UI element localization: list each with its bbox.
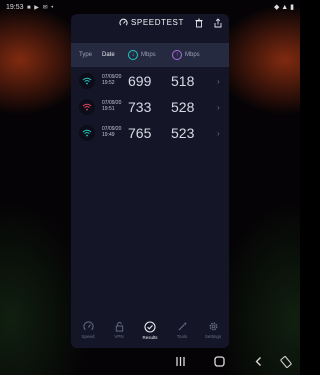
speedtest-app-window: SPEEDTEST Type Date ↓ Mbps ↑ Mbps 07/09/… xyxy=(71,14,229,348)
download-value: 699 xyxy=(128,73,152,89)
upload-value: 528 xyxy=(171,99,195,115)
nav-vpn[interactable]: VPN xyxy=(104,321,134,339)
nav-label: Speed xyxy=(81,334,95,339)
download-arrow-icon: ↓ xyxy=(128,50,138,60)
upload-arrow-icon: ↑ xyxy=(172,50,182,60)
nav-label: VPN xyxy=(114,334,124,339)
app-titlebar: SPEEDTEST xyxy=(71,14,229,32)
chevron-right-icon: › xyxy=(217,103,220,112)
speedtest-logo: SPEEDTEST xyxy=(119,18,184,27)
upload-unit: Mbps xyxy=(185,52,200,58)
result-row[interactable]: 07/09/20 19:52 699 518 › xyxy=(71,69,229,95)
nav-label: Tools xyxy=(176,334,188,339)
download-value: 733 xyxy=(128,99,152,115)
nav-settings[interactable]: Settings xyxy=(198,321,228,339)
back-icon[interactable] xyxy=(253,356,264,367)
wifi-icon xyxy=(79,99,95,115)
nav-label: Results xyxy=(142,335,158,340)
chevron-right-icon: › xyxy=(217,77,220,86)
result-datetime: 07/09/20 19:51 xyxy=(102,100,121,112)
result-time: 19:52 xyxy=(102,80,115,86)
upload-value: 518 xyxy=(171,73,195,89)
rotate-screen-icon[interactable] xyxy=(280,356,292,368)
results-header: Type Date ↓ Mbps ↑ Mbps xyxy=(71,43,229,67)
upload-value: 523 xyxy=(171,125,195,141)
gear-icon xyxy=(209,322,217,331)
nav-label: Settings xyxy=(204,334,222,339)
nav-results[interactable]: Results xyxy=(135,321,165,340)
result-row[interactable]: 07/09/20 19:51 733 528 › xyxy=(71,95,229,121)
nav-speed[interactable]: Speed xyxy=(73,321,103,339)
lock-icon xyxy=(115,321,123,332)
chevron-right-icon: › xyxy=(217,129,220,138)
download-unit: Mbps xyxy=(141,52,156,58)
sort-date[interactable]: Date xyxy=(102,52,115,58)
sort-type[interactable]: Type xyxy=(79,52,92,58)
system-nav-bar xyxy=(0,348,300,375)
share-icon[interactable] xyxy=(213,18,223,28)
download-value: 765 xyxy=(128,125,152,141)
app-title: SPEEDTEST xyxy=(131,18,184,27)
notification-icons: ■ ▶ ✉ • xyxy=(27,5,55,11)
result-datetime: 07/09/20 19:52 xyxy=(102,74,121,86)
home-icon[interactable] xyxy=(214,356,225,367)
trash-icon[interactable] xyxy=(194,18,204,28)
sort-upload[interactable]: ↑ Mbps xyxy=(172,50,200,60)
result-row[interactable]: 07/09/20 19:49 765 523 › xyxy=(71,121,229,147)
sort-download[interactable]: ↓ Mbps xyxy=(128,50,156,60)
speedometer-icon xyxy=(82,321,94,331)
result-time: 19:49 xyxy=(102,132,115,138)
result-datetime: 07/09/20 19:49 xyxy=(102,126,121,138)
bottom-nav: Speed VPN Results Tools Settings xyxy=(71,321,229,348)
check-circle-icon xyxy=(144,321,156,333)
status-time: 19:53 xyxy=(6,4,24,11)
system-status-icons: ◆ ▲ ▮ xyxy=(273,4,294,11)
result-time: 19:51 xyxy=(102,106,115,112)
recent-apps-icon[interactable] xyxy=(175,356,186,367)
wifi-icon xyxy=(79,73,95,89)
wifi-icon xyxy=(79,125,95,141)
wand-icon xyxy=(177,321,187,331)
speedometer-logo-icon xyxy=(119,18,128,26)
nav-tools[interactable]: Tools xyxy=(167,321,197,339)
